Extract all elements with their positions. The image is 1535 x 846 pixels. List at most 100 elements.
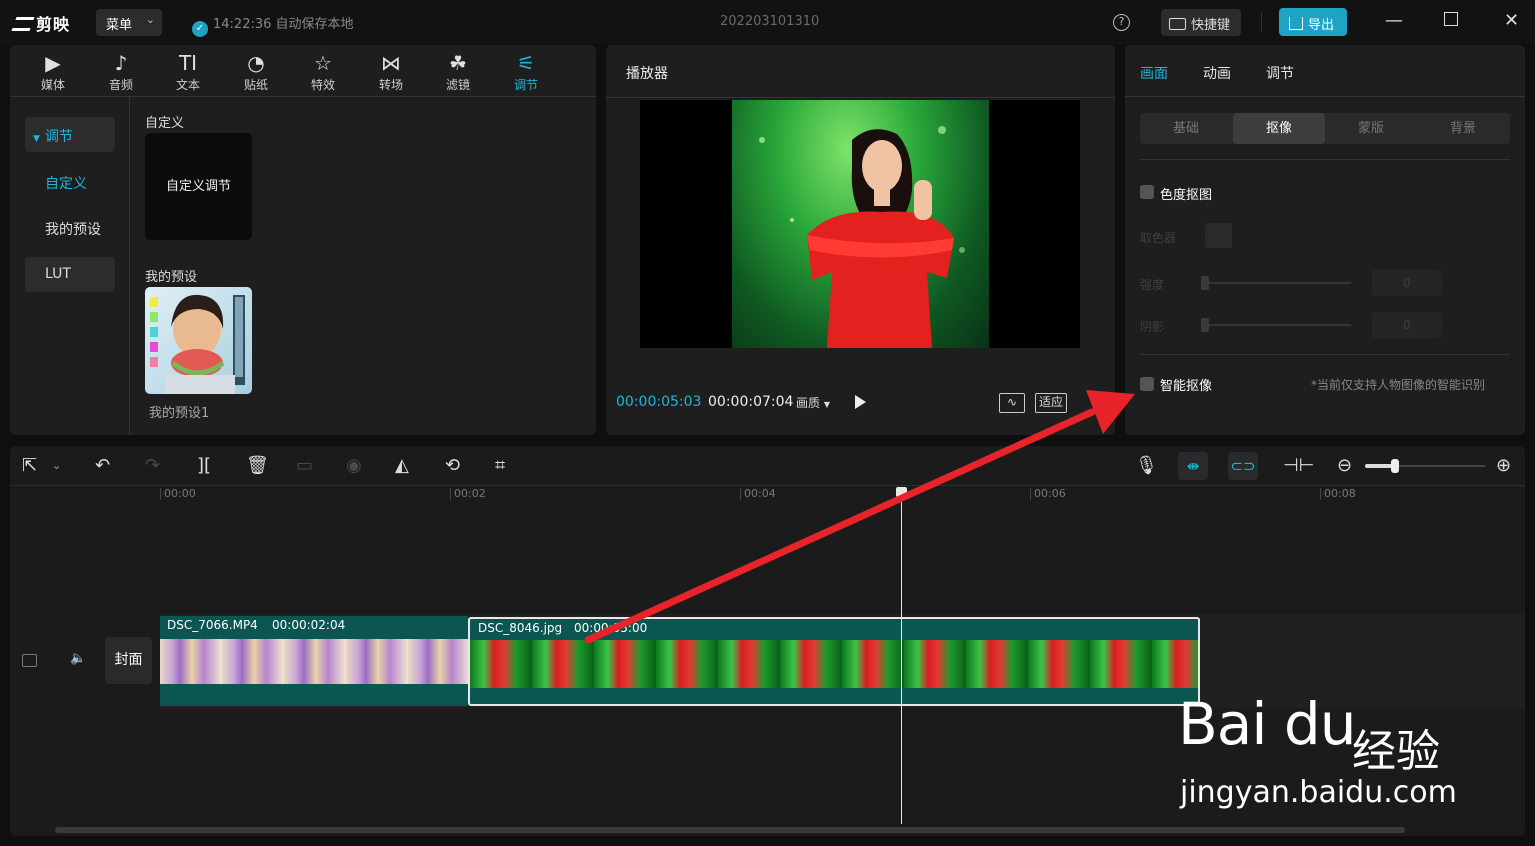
tab-media[interactable]: ▶ 媒体 xyxy=(28,50,78,93)
tab-audio[interactable]: ♪ 音频 xyxy=(96,50,146,93)
intensity-slider[interactable] xyxy=(1203,282,1351,284)
tab-filter[interactable]: ☘ 滤镜 xyxy=(433,50,483,93)
menu-label: 菜单 xyxy=(106,18,133,33)
minimize-icon[interactable]: — xyxy=(1385,10,1403,31)
tab-animation[interactable]: 动画 xyxy=(1203,63,1231,83)
shadow-value[interactable]: 0 xyxy=(1372,312,1442,338)
smart-cutout-label: 智能抠像 xyxy=(1160,379,1213,394)
timeline-toolbar: ⇱ ⌄ ↶ ↷ ][ 🗑 ▭ ◉ ◭ ⟲ ⌗ 🎙 ⇼ ⊂⊃ ⊣⊢ ⊖ ⊕ xyxy=(10,446,1525,486)
shortcut-button[interactable]: 快捷键 xyxy=(1161,9,1241,36)
divider xyxy=(606,97,1115,98)
track-audio-icon[interactable]: 🔈 xyxy=(70,651,86,666)
tab-adjust[interactable]: 调节 xyxy=(1266,63,1294,83)
play-icon[interactable] xyxy=(855,395,866,409)
segment-mask[interactable]: 蒙版 xyxy=(1325,113,1417,144)
fit-button[interactable]: 适应 xyxy=(1035,393,1067,413)
crop-icon[interactable]: ⌗ xyxy=(495,455,505,476)
ruler-label: 00:04 xyxy=(744,487,776,500)
playhead[interactable] xyxy=(901,489,902,824)
help-icon[interactable]: ? xyxy=(1113,14,1130,31)
preset-thumbnail-image xyxy=(150,294,245,394)
tab-label: 转场 xyxy=(378,78,403,92)
tab-label: 调节 xyxy=(513,78,538,92)
caret-down-icon: ▼ xyxy=(823,400,830,409)
cover-button[interactable]: 封面 xyxy=(105,637,152,684)
effects-icon: ☆ xyxy=(314,51,332,75)
intensity-slider-knob[interactable] xyxy=(1201,276,1209,290)
waveform-icon[interactable]: ∿ xyxy=(999,393,1025,413)
filter-icon: ☘ xyxy=(449,51,467,75)
ruler-tick xyxy=(1320,488,1321,500)
microphone-icon[interactable]: 🎙 xyxy=(1135,455,1158,476)
shadow-slider[interactable] xyxy=(1203,324,1351,326)
select-tool-icon[interactable]: ⇱ xyxy=(22,455,37,476)
caret-down-icon: ▼ xyxy=(33,134,40,144)
ruler-label: 00:00 xyxy=(164,487,196,500)
track-video-icon[interactable] xyxy=(22,654,37,667)
reverse-icon[interactable]: ◉ xyxy=(346,455,362,476)
color-picker-label: 取色器 xyxy=(1140,231,1177,245)
sidebar-item-my-presets[interactable]: 我的预设 xyxy=(25,210,115,245)
horizontal-scrollbar[interactable] xyxy=(55,827,1405,833)
delete-icon[interactable]: 🗑 xyxy=(246,455,269,476)
image-clip-selected[interactable]: DSC_8046.jpg 00:00:05:00 xyxy=(468,617,1200,706)
redo-icon[interactable]: ↷ xyxy=(145,455,160,476)
chroma-key-checkbox[interactable] xyxy=(1140,185,1154,199)
close-icon[interactable]: ✕ xyxy=(1504,10,1519,31)
split-icon[interactable]: ][ xyxy=(197,455,211,476)
divider xyxy=(1140,354,1510,355)
zoom-out-icon[interactable]: ⊖ xyxy=(1337,455,1352,476)
preview-photo xyxy=(759,126,965,348)
maximize-icon[interactable] xyxy=(1444,12,1458,26)
align-icon[interactable]: ⊣⊢ xyxy=(1283,455,1314,476)
ruler-tick xyxy=(1030,488,1031,500)
timeline-ruler[interactable]: 00:00 00:02 00:04 00:06 00:08 xyxy=(10,486,1525,506)
shadow-label: 阴影 xyxy=(1140,320,1165,334)
color-picker-button[interactable] xyxy=(1205,223,1232,248)
tab-adjust[interactable]: ⚟ 调节 xyxy=(501,50,551,93)
properties-tabs: 画面 动画 调节 xyxy=(1125,45,1525,97)
undo-icon[interactable]: ↶ xyxy=(95,455,110,476)
export-button[interactable]: 导出 xyxy=(1279,8,1347,36)
segment-background[interactable]: 背景 xyxy=(1417,113,1509,144)
tab-sticker[interactable]: ◔ 贴纸 xyxy=(231,50,281,93)
tab-text[interactable]: TI 文本 xyxy=(163,50,213,93)
shortcut-label: 快捷键 xyxy=(1191,18,1231,33)
preset-thumbnail[interactable] xyxy=(145,287,252,394)
menu-button[interactable]: 菜单 ⌄ xyxy=(96,9,162,36)
quality-dropdown[interactable]: 画质 ▼ xyxy=(796,394,830,411)
tab-label: 媒体 xyxy=(40,78,65,92)
link-icon[interactable]: ⊂⊃ xyxy=(1228,452,1258,480)
properties-panel: 画面 动画 调节 基础 抠像 蒙版 背景 色度抠图 取色器 强度 0 阴影 0 … xyxy=(1125,45,1525,435)
mirror-icon[interactable]: ◭ xyxy=(395,455,409,476)
playhead-handle[interactable] xyxy=(896,487,907,497)
segment-basic[interactable]: 基础 xyxy=(1140,113,1232,144)
transition-icon: ⋈ xyxy=(381,51,401,75)
custom-adjust-card[interactable]: 自定义调节 xyxy=(145,133,252,240)
snap-icon[interactable]: ⇼ xyxy=(1178,452,1208,480)
zoom-slider-knob[interactable] xyxy=(1391,459,1399,473)
ruler-label: 00:06 xyxy=(1034,487,1066,500)
video-clip[interactable]: DSC_7066.MP4 00:00:02:04 xyxy=(160,616,468,706)
intensity-value[interactable]: 0 xyxy=(1372,270,1442,296)
smart-cutout-checkbox[interactable] xyxy=(1140,377,1154,391)
rotate-icon[interactable]: ⟲ xyxy=(445,455,460,476)
clip-thumbnails xyxy=(160,639,468,684)
app-logo: 剪映 xyxy=(11,11,71,35)
watermark-url: jingyan.baidu.com xyxy=(1180,775,1457,810)
tab-canvas[interactable]: 画面 xyxy=(1140,63,1168,83)
segment-cutout[interactable]: 抠像 xyxy=(1233,113,1325,144)
sidebar-item-lut[interactable]: LUT xyxy=(25,257,115,292)
sidebar-item-custom[interactable]: 自定义 xyxy=(25,164,115,199)
app-name: 剪映 xyxy=(36,15,71,34)
shadow-slider-knob[interactable] xyxy=(1201,318,1209,332)
tab-label: 音频 xyxy=(108,78,133,92)
zoom-in-icon[interactable]: ⊕ xyxy=(1496,455,1511,476)
watermark-brand: Bai du xyxy=(1178,690,1356,758)
freeze-icon[interactable]: ▭ xyxy=(296,455,313,476)
chevron-down-icon[interactable]: ⌄ xyxy=(52,459,61,472)
ruler-tick xyxy=(740,488,741,500)
tab-transition[interactable]: ⋈ 转场 xyxy=(366,50,416,93)
tab-effects[interactable]: ☆ 特效 xyxy=(298,50,348,93)
sidebar-header-adjust[interactable]: ▼ 调节 xyxy=(25,117,115,152)
